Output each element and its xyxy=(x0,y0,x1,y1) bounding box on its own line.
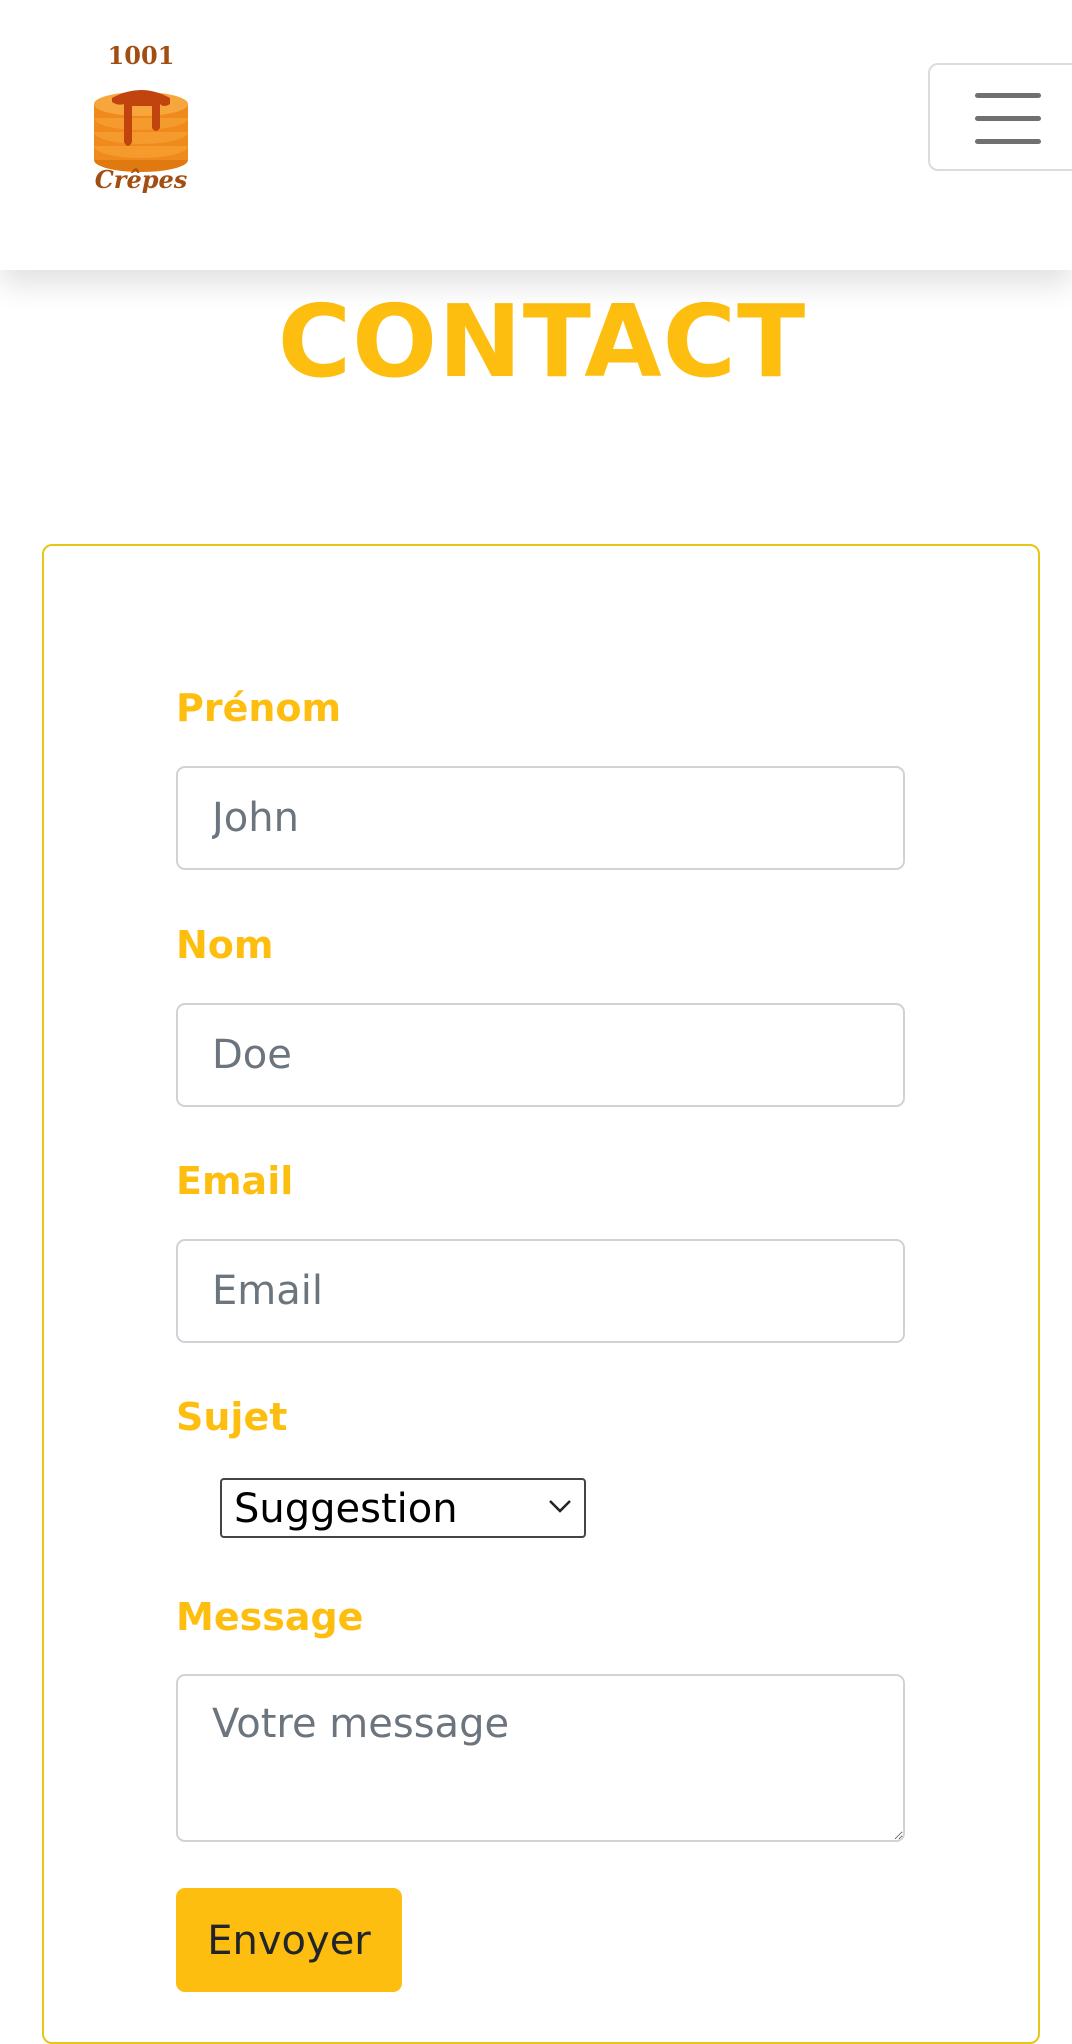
subject-label: Sujet xyxy=(176,1395,288,1439)
first-name-label: Prénom xyxy=(176,686,342,730)
email-label: Email xyxy=(176,1159,294,1203)
svg-text:Crêpes: Crêpes xyxy=(95,165,188,194)
subject-selected-value: Suggestion xyxy=(234,1486,458,1532)
chevron-down-icon xyxy=(549,1500,571,1513)
email-input[interactable] xyxy=(176,1239,905,1343)
crepes-stack-logo-icon: 1001 Crêpes xyxy=(94,42,188,194)
message-textarea[interactable] xyxy=(176,1674,905,1842)
subject-select[interactable]: Suggestion xyxy=(220,1478,586,1538)
last-name-input[interactable] xyxy=(176,1003,905,1107)
page-title: CONTACT xyxy=(277,283,807,400)
last-name-label: Nom xyxy=(176,923,274,967)
first-name-input[interactable] xyxy=(176,766,905,870)
submit-button[interactable]: Envoyer xyxy=(176,1888,402,1992)
site-header: 1001 Crêpes xyxy=(0,0,1072,270)
menu-toggle-button[interactable] xyxy=(928,63,1072,171)
brand-logo[interactable]: 1001 Crêpes xyxy=(82,42,200,198)
message-label: Message xyxy=(176,1595,364,1639)
svg-text:1001: 1001 xyxy=(108,42,175,70)
